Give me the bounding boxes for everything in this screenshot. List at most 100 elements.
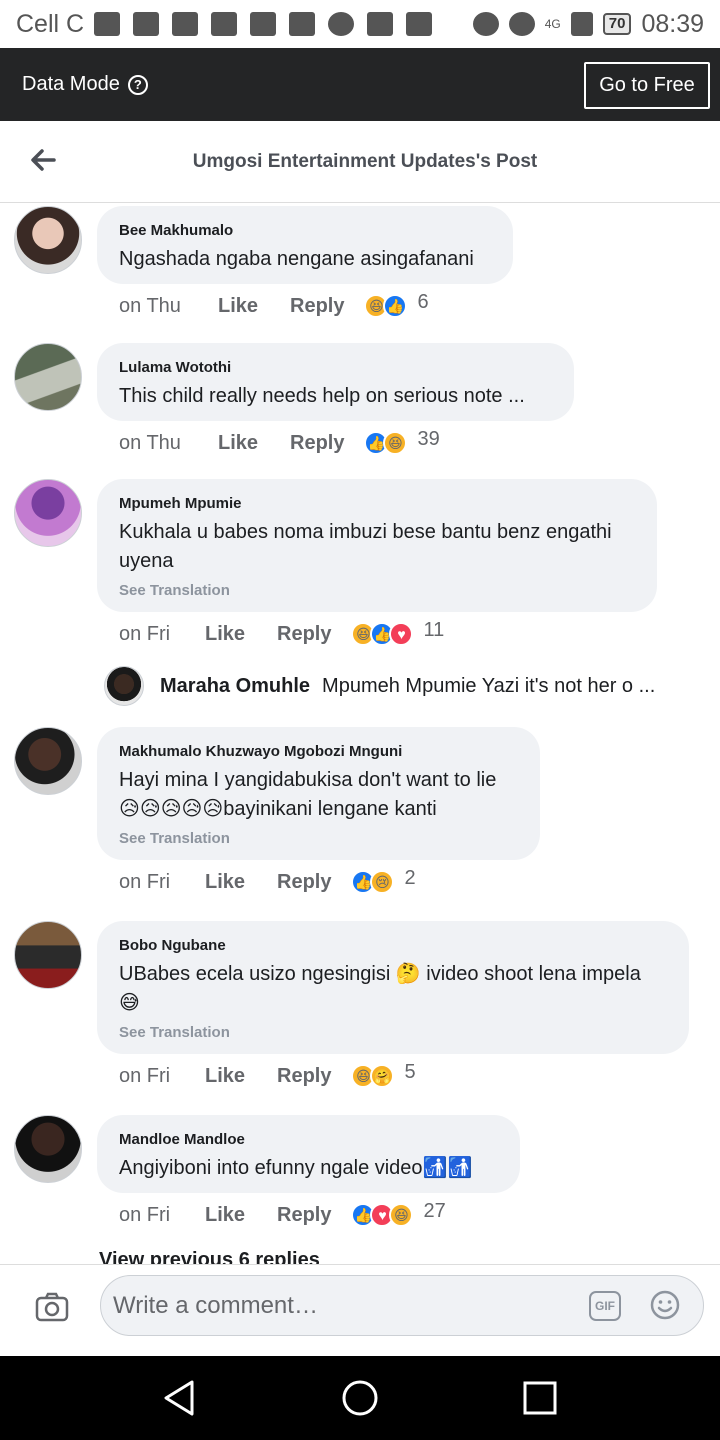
commenter-name[interactable]: Bobo Ngubane [119, 937, 667, 954]
reaction-count: 5 [404, 1060, 416, 1083]
comments-feed[interactable]: Bee Makhumalo Ngashada ngaba nengane asi… [0, 204, 720, 1264]
like-button[interactable]: Like [218, 432, 290, 455]
back-arrow-icon[interactable] [28, 145, 58, 175]
avatar[interactable] [14, 921, 82, 989]
nav-home-icon[interactable] [340, 1378, 380, 1418]
comment-time: on Thu [119, 431, 181, 454]
comment-composer: GIF [0, 1264, 720, 1356]
sd-card-icon [289, 12, 316, 36]
reactions[interactable]: 👍 😢 [351, 870, 395, 894]
commenter-name[interactable]: Mpumeh Mpumie [119, 495, 635, 512]
comment-bubble: Mandloe Mandloe Angiyiboni into efunny n… [97, 1115, 520, 1193]
sad-reaction-icon: 😢 [370, 870, 395, 894]
comment-text: Hayi mina I yangidabukisa don't want to … [119, 769, 497, 820]
comment-actions: on Thu Like Reply 👍 😆 39 [119, 427, 440, 455]
like-button[interactable]: Like [218, 295, 290, 318]
signal-icon [570, 12, 593, 36]
reaction-count: 6 [417, 290, 429, 313]
like-button[interactable]: Like [205, 871, 277, 894]
reactions[interactable]: 😆 👍 [364, 294, 408, 318]
notification-icons [94, 12, 433, 36]
commenter-name[interactable]: Makhumalo Khuzwayo Mgobozi Mnguni [119, 743, 518, 760]
reaction-count: 11 [423, 618, 445, 641]
nav-back-icon[interactable] [160, 1378, 200, 1418]
haha-reaction-icon: 😆 [383, 431, 408, 455]
like-reaction-icon: 👍 [383, 294, 408, 318]
reaction-count: 2 [404, 866, 416, 889]
reply-text: Mpumeh Mpumie Yazi it's not her o ... [322, 674, 656, 697]
comment-time: on Fri [119, 1203, 171, 1226]
nav-recents-icon[interactable] [520, 1378, 560, 1418]
comment-actions: on Thu Like Reply 😆 👍 6 [119, 290, 429, 318]
comment-actions: on Fri Like Reply 👍 ♥ 😆 27 [119, 1200, 446, 1227]
view-previous-replies-link[interactable]: View previous 6 replies [99, 1249, 320, 1264]
like-button[interactable]: Like [205, 623, 277, 646]
go-to-free-button[interactable]: Go to Free [584, 62, 710, 109]
gallery-icon [406, 12, 433, 36]
camera-icon[interactable] [34, 1289, 70, 1325]
data-mode-banner: Data Mode ? Go to Free [0, 48, 720, 121]
comment-bubble: Bee Makhumalo Ngashada ngaba nengane asi… [97, 206, 513, 284]
data-mode-label: Data Mode [22, 73, 120, 95]
avatar[interactable] [14, 343, 82, 411]
comment-time: on Fri [119, 622, 171, 645]
comment-actions: on Fri Like Reply 😆 🤗 5 [119, 1060, 416, 1088]
reaction-count: 39 [417, 427, 440, 450]
love-reaction-icon: ♥ [389, 622, 414, 646]
comment-input[interactable] [101, 1276, 561, 1335]
comment-bubble: Lulama Wotothi This child really needs h… [97, 343, 574, 421]
comment-input-wrapper: GIF [100, 1275, 704, 1336]
battery-indicator: 70 [602, 13, 632, 35]
mail-icon [211, 12, 238, 36]
reactions[interactable]: 😆 🤗 [351, 1064, 395, 1088]
commenter-name[interactable]: Mandloe Mandloe [119, 1131, 498, 1148]
comment-text: This child really needs help on serious … [119, 385, 525, 407]
reply-button[interactable]: Reply [277, 623, 331, 646]
haha-reaction-icon: 😆 [389, 1203, 414, 1227]
commenter-name[interactable]: Lulama Wotothi [119, 359, 552, 376]
avatar[interactable] [14, 479, 82, 547]
comment-bubble: Makhumalo Khuzwayo Mgobozi Mnguni Hayi m… [97, 727, 540, 860]
carrier-label: Cell C [16, 9, 85, 38]
reply-preview[interactable]: Maraha Omuhle Mpumeh Mpumie Yazi it's no… [104, 666, 704, 706]
app-icon [367, 12, 394, 36]
help-icon[interactable]: ? [127, 74, 148, 95]
comment-bubble: Bobo Ngubane UBabes ecela usizo ngesingi… [97, 921, 689, 1054]
avatar[interactable] [104, 666, 144, 706]
comment-time: on Thu [119, 294, 181, 317]
reply-button[interactable]: Reply [277, 1204, 331, 1227]
see-translation-link[interactable]: See Translation [119, 830, 518, 847]
gif-icon[interactable]: GIF [589, 1291, 621, 1321]
avatar[interactable] [14, 727, 82, 795]
dnd-icon [472, 12, 499, 36]
reactions[interactable]: 👍 ♥ 😆 [351, 1203, 414, 1227]
reply-button[interactable]: Reply [290, 432, 344, 455]
commenter-name[interactable]: Bee Makhumalo [119, 222, 491, 239]
comment-actions: on Fri Like Reply 👍 😢 2 [119, 866, 416, 894]
comment-text: Ngashada ngaba nengane asingafanani [119, 248, 474, 270]
comment-time: on Fri [119, 1064, 171, 1087]
comment-time: on Fri [119, 870, 171, 893]
post-header: Umgosi Entertainment Updates's Post [0, 121, 720, 203]
gmail-icon [250, 12, 277, 36]
twitter-icon [172, 12, 199, 36]
page-title: Umgosi Entertainment Updates's Post [192, 150, 538, 172]
reply-button[interactable]: Reply [277, 1065, 331, 1088]
avatar[interactable] [14, 1115, 82, 1183]
alarm-icon [508, 12, 535, 36]
avatar[interactable] [14, 206, 82, 274]
see-translation-link[interactable]: See Translation [119, 582, 635, 599]
like-button[interactable]: Like [205, 1065, 277, 1088]
reply-button[interactable]: Reply [277, 871, 331, 894]
see-translation-link[interactable]: See Translation [119, 1024, 667, 1041]
comment-actions: on Fri Like Reply 😆 👍 ♥ 11 [119, 618, 445, 646]
like-button[interactable]: Like [205, 1204, 277, 1227]
emoji-icon[interactable] [649, 1289, 681, 1321]
reply-button[interactable]: Reply [290, 295, 344, 318]
comment-text: Kukhala u babes noma imbuzi bese bantu b… [119, 521, 612, 572]
comment-text: Angiyiboni into efunny ngale video🚮🚮 [119, 1157, 473, 1179]
comment-text: UBabes ecela usizo ngesingisi 🤔 ivideo s… [119, 963, 641, 1014]
reactions[interactable]: 👍 😆 [364, 431, 408, 455]
reply-author-name[interactable]: Maraha Omuhle [160, 675, 310, 698]
reactions[interactable]: 😆 👍 ♥ [351, 622, 414, 646]
